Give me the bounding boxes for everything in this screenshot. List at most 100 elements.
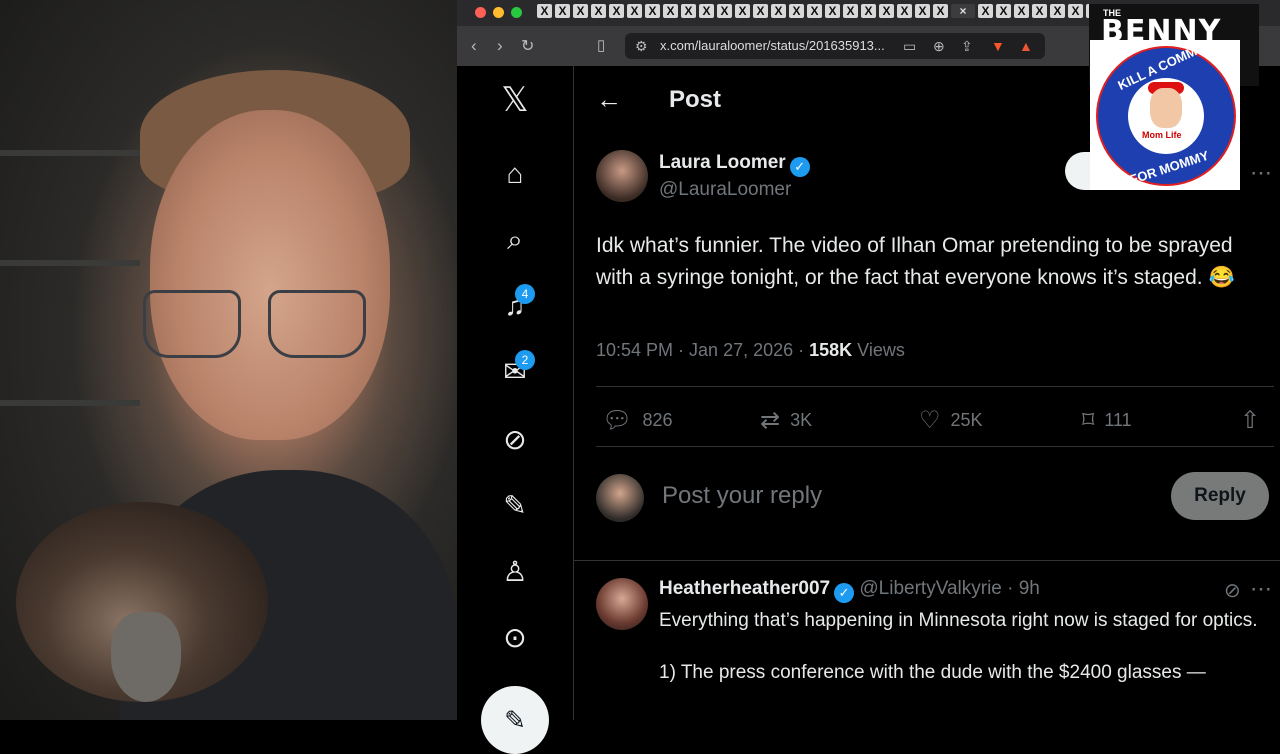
- compose-post-button[interactable]: ✎: [481, 686, 549, 754]
- reply-more-icon[interactable]: ⋯: [1250, 576, 1272, 602]
- glasses-lens-right: [268, 290, 366, 358]
- back-icon[interactable]: ‹: [471, 36, 477, 56]
- shelf: [0, 260, 140, 266]
- browser-tab[interactable]: X: [609, 4, 624, 18]
- minimize-window-button[interactable]: [493, 7, 504, 18]
- browser-tab[interactable]: X: [699, 4, 714, 18]
- browser-tab[interactable]: X: [681, 4, 696, 18]
- sticker-center-text: Mom Life: [1142, 130, 1182, 140]
- post-more-icon[interactable]: ⋯: [1250, 160, 1272, 186]
- x-sidebar: 𝕏 ⌂ ⌕ ♫ 4 ✉ 2 ⊘ ✎ ♙ ⊙ ✎: [457, 66, 574, 754]
- browser-tab[interactable]: X: [753, 4, 768, 18]
- pip-webcam: [16, 502, 268, 702]
- browser-tab[interactable]: X: [807, 4, 822, 18]
- brave-rewards-icon[interactable]: ▲: [1019, 38, 1033, 54]
- reply-button[interactable]: Reply: [1171, 472, 1269, 520]
- brave-shield-icon[interactable]: ▼: [991, 38, 1005, 54]
- reply-handle-time[interactable]: @LibertyValkyrie · 9h: [859, 578, 1040, 599]
- notifications-badge: 4: [515, 284, 535, 304]
- browser-tab[interactable]: X: [897, 4, 912, 18]
- close-window-button[interactable]: [475, 7, 486, 18]
- reply-paragraph: Everything that’s happening in Minnesota…: [659, 610, 1258, 631]
- author-handle[interactable]: @LauraLoomer: [659, 179, 791, 201]
- active-tab[interactable]: ×: [951, 4, 975, 18]
- browser-tab[interactable]: X: [1014, 4, 1029, 18]
- reload-icon[interactable]: ↻: [521, 36, 534, 56]
- search-icon[interactable]: ⌕: [497, 222, 533, 258]
- browser-tab[interactable]: X: [663, 4, 678, 18]
- heart-icon: ♡: [919, 407, 941, 434]
- browser-tab[interactable]: X: [825, 4, 840, 18]
- author-name[interactable]: Laura Loomer: [659, 152, 786, 173]
- repost-count: 3K: [790, 410, 813, 430]
- browser-tab[interactable]: X: [1032, 4, 1047, 18]
- bookmark-count: 111: [1104, 410, 1132, 430]
- post-timestamp[interactable]: 10:54 PM · Jan 27, 2026 ·: [596, 340, 809, 360]
- reply-input[interactable]: Post your reply: [662, 482, 822, 510]
- glasses-lens-left: [143, 290, 241, 358]
- browser-tab[interactable]: X: [843, 4, 858, 18]
- tab-strip: XXXXXXXXXXXXXXXXXXXXXXX×XXXXXXXXXX: [537, 4, 1155, 22]
- share-post-icon: ⇧: [1240, 407, 1261, 434]
- shelf: [0, 150, 140, 156]
- browser-tab[interactable]: X: [996, 4, 1011, 18]
- browser-tab[interactable]: X: [933, 4, 948, 18]
- grok-icon[interactable]: ⊘: [497, 422, 533, 458]
- browser-tab[interactable]: X: [879, 4, 894, 18]
- reply-paragraph: 1) The press conference with the dude wi…: [659, 662, 1206, 683]
- more-icon[interactable]: ⊙: [497, 620, 533, 656]
- browser-tab[interactable]: X: [537, 4, 552, 18]
- forward-icon[interactable]: ›: [497, 36, 503, 56]
- bookmark-page-icon[interactable]: ▯: [597, 36, 605, 54]
- zoom-icon[interactable]: ⊕: [933, 38, 945, 55]
- reply-author-name[interactable]: Heatherheather007: [659, 578, 830, 599]
- browser-tab[interactable]: X: [591, 4, 606, 18]
- browser-tab[interactable]: X: [1050, 4, 1065, 18]
- back-arrow-icon[interactable]: ←: [596, 84, 622, 115]
- reply-author-avatar[interactable]: [596, 578, 648, 630]
- author-line: Laura Loomer ✓: [659, 152, 810, 177]
- pip-presenter: [111, 612, 181, 702]
- views-label: Views: [852, 340, 905, 360]
- maximize-window-button[interactable]: [511, 7, 522, 18]
- browser-tab[interactable]: X: [627, 4, 642, 18]
- browser-tab[interactable]: X: [771, 4, 786, 18]
- bookmark-icon: ⌑: [1082, 407, 1095, 434]
- messages-badge: 2: [515, 350, 535, 370]
- divider: [596, 446, 1274, 447]
- share-icon[interactable]: ⇪: [961, 38, 973, 55]
- divider: [574, 560, 1280, 561]
- browser-tab[interactable]: X: [789, 4, 804, 18]
- bookmark-action[interactable]: ⌑ 111: [1082, 406, 1132, 435]
- post-meta: 10:54 PM · Jan 27, 2026 · 158K Views: [596, 340, 905, 361]
- cast-icon[interactable]: ▭: [903, 38, 916, 55]
- browser-tab[interactable]: X: [555, 4, 570, 18]
- browser-tab[interactable]: X: [645, 4, 660, 18]
- author-avatar[interactable]: [596, 150, 648, 202]
- browser-tab[interactable]: X: [861, 4, 876, 18]
- post-text: Idk what’s funnier. The video of Ilhan O…: [596, 234, 1235, 289]
- browser-tab[interactable]: X: [735, 4, 750, 18]
- home-icon[interactable]: ⌂: [497, 156, 533, 192]
- like-count: 25K: [950, 410, 983, 430]
- current-user-avatar[interactable]: [596, 474, 644, 522]
- like-action[interactable]: ♡ 25K: [919, 406, 983, 435]
- browser-tab[interactable]: X: [1068, 4, 1083, 18]
- grok-explain-icon[interactable]: ⊘: [1224, 578, 1241, 603]
- site-settings-icon[interactable]: ⚙: [635, 38, 648, 55]
- share-action[interactable]: ⇧: [1240, 406, 1260, 435]
- reply-action[interactable]: 💬︎ 826: [602, 406, 673, 435]
- browser-tab[interactable]: X: [717, 4, 732, 18]
- browser-tab[interactable]: X: [915, 4, 930, 18]
- repost-action[interactable]: ⇄ 3K: [760, 406, 812, 435]
- lists-icon[interactable]: ✎: [497, 488, 533, 524]
- profile-icon[interactable]: ♙: [497, 554, 533, 590]
- browser-tab[interactable]: X: [573, 4, 588, 18]
- browser-tab[interactable]: X: [978, 4, 993, 18]
- x-logo-icon[interactable]: 𝕏: [497, 82, 533, 118]
- kill-a-commie-sticker: Mom Life KILL A COMMIE FOR MOMMY: [1090, 38, 1240, 190]
- address-bar[interactable]: ⚙ x.com/lauraloomer/status/201635913... …: [625, 33, 1045, 59]
- rosie-figure: [1150, 88, 1182, 128]
- repost-icon: ⇄: [760, 407, 781, 434]
- reply-text: Everything that’s happening in Minnesota…: [659, 608, 1259, 686]
